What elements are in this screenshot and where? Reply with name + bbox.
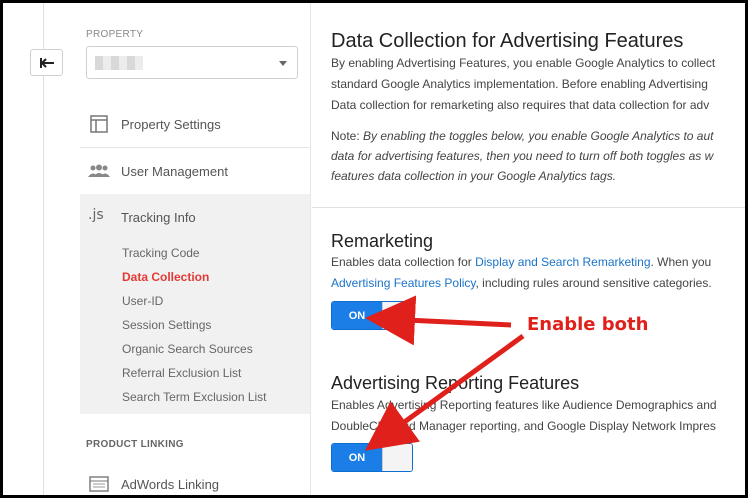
property-label: PROPERTY: [86, 29, 144, 40]
nav-adwords-linking[interactable]: AdWords Linking: [80, 461, 310, 495]
sub-item-tracking-code[interactable]: Tracking Code: [122, 246, 200, 260]
note-text: By enabling the toggles below, you enabl…: [363, 129, 714, 143]
nav-property-settings[interactable]: Property Settings: [80, 101, 310, 147]
sub-item-data-collection[interactable]: Data Collection: [122, 270, 209, 284]
sub-item-organic-search-sources[interactable]: Organic Search Sources: [122, 342, 253, 356]
adv-reporting-title: Advertising Reporting Features: [331, 373, 580, 393]
javascript-icon: .js: [88, 207, 104, 223]
chevron-down-icon: [279, 61, 287, 66]
intro-line: standard Google Analytics implementation…: [331, 77, 708, 91]
property-name-redacted: [95, 56, 143, 70]
note-text: features data collection in your Google …: [331, 169, 617, 183]
adv-reporting-desc-line: DoubleClick Bid Manager reporting, and G…: [331, 419, 716, 433]
left-rail: [6, 3, 80, 495]
section-divider: [312, 207, 745, 208]
toggle-knob: [382, 302, 412, 329]
page-title: Data Collection for Advertising Features: [331, 30, 684, 52]
remarketing-desc-line: Enables data collection for Display and …: [331, 252, 711, 273]
back-arrow-icon: [39, 57, 54, 68]
intro-line: Data collection for remarketing also req…: [331, 98, 710, 112]
note-line: Note: By enabling the toggles below, you…: [331, 126, 713, 146]
nav-label: User Management: [121, 163, 228, 179]
app-window: PROPERTY Property Settings User Manageme…: [0, 0, 748, 498]
users-icon: [88, 161, 110, 181]
adv-reporting-toggle[interactable]: ON: [331, 443, 413, 472]
nav-label: Property Settings: [121, 116, 221, 132]
nav-tracking-info[interactable]: .js Tracking Info: [80, 194, 310, 240]
toggle-on-label: ON: [332, 444, 382, 471]
intro-line: By enabling Advertising Features, you en…: [331, 56, 716, 70]
toggle-on-label: ON: [332, 302, 382, 329]
nav-user-management[interactable]: User Management: [80, 148, 310, 194]
main-content: Data Collection for Advertising Features…: [312, 3, 745, 495]
back-button[interactable]: [30, 49, 63, 76]
policy-link[interactable]: Advertising Features Policy: [331, 276, 476, 290]
sub-item-referral-exclusion-list[interactable]: Referral Exclusion List: [122, 366, 241, 380]
remarketing-link[interactable]: Display and Search Remarketing: [475, 255, 650, 269]
sub-item-user-id[interactable]: User-ID: [122, 294, 163, 308]
remarketing-toggle[interactable]: ON: [331, 301, 413, 330]
product-linking-label: PRODUCT LINKING: [86, 439, 184, 450]
remarketing-desc-line: Advertising Features Policy, including r…: [331, 273, 712, 294]
adv-reporting-desc-line: Enables Advertising Reporting features l…: [331, 398, 717, 412]
sub-item-session-settings[interactable]: Session Settings: [122, 318, 211, 332]
note-prefix: Note:: [331, 129, 364, 143]
note-text: data for advertising features, then you …: [331, 149, 714, 163]
nav-label: AdWords Linking: [121, 476, 220, 492]
rail-divider: [43, 3, 44, 495]
property-select[interactable]: [86, 46, 298, 79]
annotation-label: Enable both: [527, 314, 649, 335]
sub-item-search-term-exclusion-list[interactable]: Search Term Exclusion List: [122, 390, 267, 404]
remarketing-title: Remarketing: [331, 231, 434, 251]
nav-label: Tracking Info: [121, 210, 196, 225]
admin-sidebar: PROPERTY Property Settings User Manageme…: [80, 3, 311, 495]
toggle-knob: [382, 444, 412, 471]
note-line: features data collection in your Google …: [331, 166, 616, 186]
remarketing-desc-suffix: , including rules around sensitive categ…: [475, 276, 712, 290]
remarketing-desc-prefix: Enables data collection for: [331, 255, 476, 269]
tracking-info-section: .js Tracking Info Tracking Code Data Col…: [80, 194, 310, 414]
adwords-icon: [88, 474, 110, 494]
note-line: data for advertising features, then you …: [331, 146, 713, 166]
window-icon: [88, 114, 110, 134]
remarketing-desc-suffix: . When you: [650, 255, 712, 269]
